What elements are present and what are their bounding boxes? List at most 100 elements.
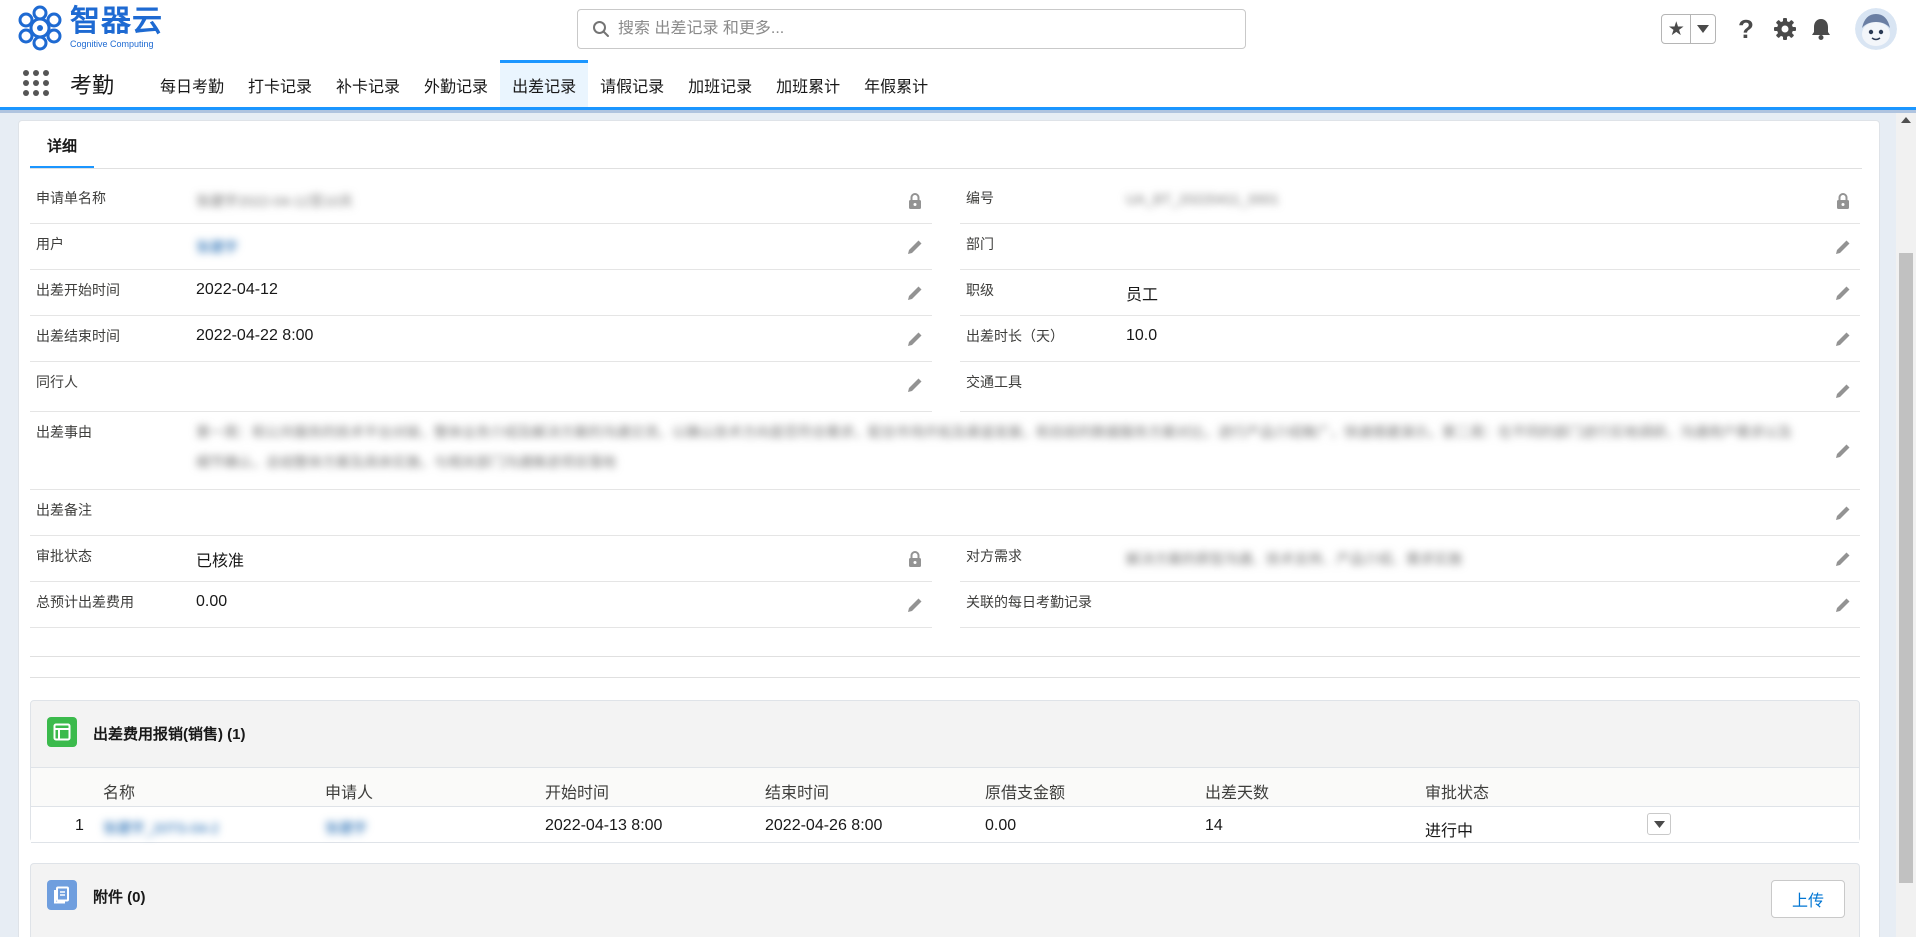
field-label: 出差时长（天） xyxy=(966,328,1064,344)
field-trip-reason: 出差事由 第一周：和公共服务的技术平台对接，整体业务介绍及解决方案的沟通交流，以… xyxy=(30,412,1860,490)
edit-pencil-icon[interactable] xyxy=(1834,442,1852,460)
edit-pencil-icon[interactable] xyxy=(906,238,924,256)
field-trip-start-time: 出差开始时间 2022-04-12 xyxy=(30,270,932,316)
field-companion: 同行人 xyxy=(30,362,932,412)
applicant-link[interactable]: 张建宇 xyxy=(325,818,367,838)
field-value: 员工 xyxy=(1126,287,1159,304)
edit-pencil-icon[interactable] xyxy=(1834,284,1852,302)
search-input[interactable] xyxy=(618,20,1218,38)
field-label: 用户 xyxy=(36,236,64,252)
related-list-title[interactable]: 出差费用报销(销售) (1) xyxy=(93,723,246,744)
tab-detail[interactable]: 详细 xyxy=(30,125,94,169)
row-number: 1 xyxy=(75,817,84,834)
edit-pencil-icon[interactable] xyxy=(906,376,924,394)
field-value: 2022-04-22 8:00 xyxy=(196,327,314,344)
logo[interactable]: 智器云 Cognitive Computing xyxy=(14,4,164,52)
field-job-level: 职级 员工 xyxy=(960,270,1860,316)
tab-business-trip-records[interactable]: 出差记录 xyxy=(500,60,589,107)
column-header[interactable]: 出差天数 xyxy=(1205,779,1269,803)
field-value: 10.0 xyxy=(1126,327,1158,344)
column-header[interactable]: 名称 xyxy=(103,779,135,803)
tab-overtime-accumulated[interactable]: 加班累计 xyxy=(764,60,852,107)
field-trip-end-time: 出差结束时间 2022-04-22 8:00 xyxy=(30,316,932,362)
edit-pencil-icon[interactable] xyxy=(906,284,924,302)
expense-related-list: 出差费用报销(销售) (1) 名称 申请人 开始时间 结束时间 原借支金额 出差… xyxy=(30,700,1860,843)
column-header[interactable]: 申请人 xyxy=(325,779,373,803)
column-header[interactable]: 原借支金额 xyxy=(985,779,1065,803)
edit-pencil-icon[interactable] xyxy=(1834,504,1852,522)
field-label: 审批状态 xyxy=(36,548,92,564)
field-total-estimated-cost: 总预计出差费用 0.00 xyxy=(30,582,932,628)
app-launcher-icon[interactable] xyxy=(23,70,49,96)
edit-pencil-icon[interactable] xyxy=(1834,550,1852,568)
table-header: 名称 申请人 开始时间 结束时间 原借支金额 出差天数 审批状态 xyxy=(31,767,1859,807)
tab-leave-records[interactable]: 请假记录 xyxy=(588,60,676,107)
field-label: 出差结束时间 xyxy=(36,328,120,344)
record-name-link[interactable]: 张建宇_20TS-04-2 xyxy=(103,818,219,838)
column-header[interactable]: 开始时间 xyxy=(545,779,609,803)
field-value: 张建宇2022-04-12至10天 xyxy=(196,193,354,209)
row-actions-button[interactable] xyxy=(1647,813,1671,835)
user-avatar[interactable] xyxy=(1855,8,1897,50)
field-value: 0.00 xyxy=(196,593,228,610)
chevron-down-icon xyxy=(1697,25,1710,33)
favorites-group: ★ xyxy=(1661,14,1716,44)
edit-pencil-icon[interactable] xyxy=(1834,596,1852,614)
field-department: 部门 xyxy=(960,224,1860,270)
app-name: 考勤 xyxy=(70,73,115,98)
user-link[interactable]: 张建宇 xyxy=(196,237,238,257)
help-icon[interactable]: ? xyxy=(1731,14,1761,44)
global-header: 智器云 Cognitive Computing ★ ? xyxy=(0,0,1916,56)
field-label: 交通工具 xyxy=(966,374,1022,390)
field-counterpart-requirement: 对方需求 解决方案的原型沟通、技术支持、产品介绍、需求实施 xyxy=(960,536,1860,582)
field-value: 解决方案的原型沟通、技术支持、产品介绍、需求实施 xyxy=(1126,551,1462,567)
table-row: 1 张建宇_20TS-04-2 张建宇 2022-04-13 8:00 2022… xyxy=(31,807,1859,843)
edit-pencil-icon[interactable] xyxy=(1834,330,1852,348)
field-related-daily-attendance: 关联的每日考勤记录 xyxy=(960,582,1860,628)
attachments-related-list: 附件 (0) 上传 xyxy=(30,863,1860,937)
field-label: 申请单名称 xyxy=(36,190,106,206)
tab-field-work-records[interactable]: 外勤记录 xyxy=(412,60,500,107)
tab-daily-attendance[interactable]: 每日考勤 xyxy=(148,60,236,107)
upload-button[interactable]: 上传 xyxy=(1771,880,1845,918)
tab-annual-leave-accumulated[interactable]: 年假累计 xyxy=(852,60,940,107)
edit-pencil-icon[interactable] xyxy=(1834,238,1852,256)
edit-pencil-icon[interactable] xyxy=(1834,382,1852,400)
field-label: 部门 xyxy=(966,236,994,252)
favorites-star-icon[interactable]: ★ xyxy=(1662,15,1692,43)
field-label: 同行人 xyxy=(36,374,78,390)
edit-pencil-icon[interactable] xyxy=(906,596,924,614)
field-transport: 交通工具 xyxy=(960,362,1860,412)
end-time: 2022-04-26 8:00 xyxy=(765,817,883,834)
lock-icon xyxy=(909,551,921,567)
favorites-dropdown-button[interactable] xyxy=(1691,15,1715,43)
tab-makeup-records[interactable]: 补卡记录 xyxy=(324,60,412,107)
column-header[interactable]: 审批状态 xyxy=(1425,779,1489,803)
column-header[interactable]: 结束时间 xyxy=(765,779,829,803)
scrollbar[interactable] xyxy=(1896,113,1916,937)
file-icon xyxy=(47,880,77,910)
bell-icon[interactable] xyxy=(1806,14,1836,44)
scroll-up-icon[interactable] xyxy=(1901,117,1911,123)
scroll-thumb[interactable] xyxy=(1899,253,1913,883)
field-label: 职级 xyxy=(966,282,994,298)
edit-pencil-icon[interactable] xyxy=(906,330,924,348)
tab-underline-divider xyxy=(30,168,1862,169)
chevron-down-icon xyxy=(1653,820,1665,828)
field-value: UA_BT_20220411_0001 xyxy=(1126,191,1280,207)
field-user: 用户 张建宇 xyxy=(30,224,932,270)
app-nav-bar: 考勤 每日考勤 打卡记录 补卡记录 外勤记录 出差记录 请假记录 加班记录 加班… xyxy=(0,56,1916,110)
field-value: 2022-04-12 xyxy=(196,281,278,298)
tab-overtime-records[interactable]: 加班记录 xyxy=(676,60,764,107)
expense-table: 名称 申请人 开始时间 结束时间 原借支金额 出差天数 审批状态 1 张建宇_2… xyxy=(31,767,1859,843)
table-icon xyxy=(47,717,77,747)
field-approval-status: 审批状态 已核准 xyxy=(30,536,932,582)
gear-icon[interactable] xyxy=(1770,14,1800,44)
field-value: 第一周：和公共服务的技术平台对接，整体业务介绍及解决方案的沟通交流，以确认技术方… xyxy=(196,424,1792,470)
logo-mark-icon xyxy=(18,5,62,51)
global-search[interactable] xyxy=(577,9,1246,49)
field-label: 出差开始时间 xyxy=(36,282,120,298)
related-list-title[interactable]: 附件 (0) xyxy=(93,886,146,907)
field-application-name: 申请单名称 张建宇2022-04-12至10天 xyxy=(30,178,932,224)
tab-clock-records[interactable]: 打卡记录 xyxy=(236,60,324,107)
